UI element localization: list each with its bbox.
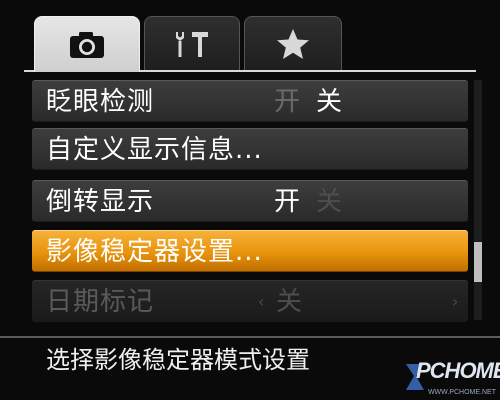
menu-item-label: 影像稳定器设置... bbox=[46, 237, 263, 267]
footer-divider bbox=[0, 336, 500, 338]
tab-camera[interactable] bbox=[34, 16, 140, 72]
option-on[interactable]: 开 bbox=[274, 81, 300, 123]
left-arrow-icon[interactable]: ‹ bbox=[258, 281, 264, 323]
camera-menu-screen: 眨眼检测 开 关 自定义显示信息... 倒转显示 开 关 影像稳定器设置... … bbox=[0, 0, 500, 400]
watermark-subtext: WWW.PCHOME.NET bbox=[427, 389, 496, 396]
tab-settings[interactable] bbox=[144, 16, 240, 70]
menu-item-reverse-display[interactable]: 倒转显示 开 关 bbox=[32, 180, 468, 222]
menu-item-custom-display[interactable]: 自定义显示信息... bbox=[32, 128, 468, 170]
tools-icon bbox=[176, 31, 208, 57]
menu-item-label: 倒转显示 bbox=[46, 187, 155, 217]
right-arrow-icon[interactable]: › bbox=[452, 281, 458, 323]
option-off[interactable]: 关 bbox=[316, 181, 342, 223]
menu-item-label: 眨眼检测 bbox=[46, 87, 155, 117]
option-on[interactable]: 开 bbox=[274, 181, 300, 223]
help-text: 选择影像稳定器模式设置 bbox=[46, 346, 310, 374]
menu-item-date-stamp[interactable]: 日期标记 ‹ 关 › bbox=[32, 280, 468, 322]
star-icon bbox=[277, 28, 309, 59]
menu-item-blink-detection[interactable]: 眨眼检测 开 关 bbox=[32, 80, 468, 122]
watermark-text: PCHOME bbox=[416, 358, 500, 383]
option-value: 关 bbox=[276, 287, 303, 317]
scrollbar[interactable] bbox=[474, 80, 482, 320]
menu-item-is-settings[interactable]: 影像稳定器设置... bbox=[32, 230, 468, 272]
tab-favorites[interactable] bbox=[244, 16, 342, 70]
option-off[interactable]: 关 bbox=[316, 81, 342, 123]
scrollbar-thumb[interactable] bbox=[474, 242, 482, 282]
pchome-watermark: PCHOME WWW.PCHOME.NET bbox=[402, 358, 500, 398]
camera-icon bbox=[70, 31, 104, 58]
menu-item-label: 日期标记 bbox=[46, 287, 155, 317]
menu-item-label: 自定义显示信息... bbox=[46, 135, 263, 165]
